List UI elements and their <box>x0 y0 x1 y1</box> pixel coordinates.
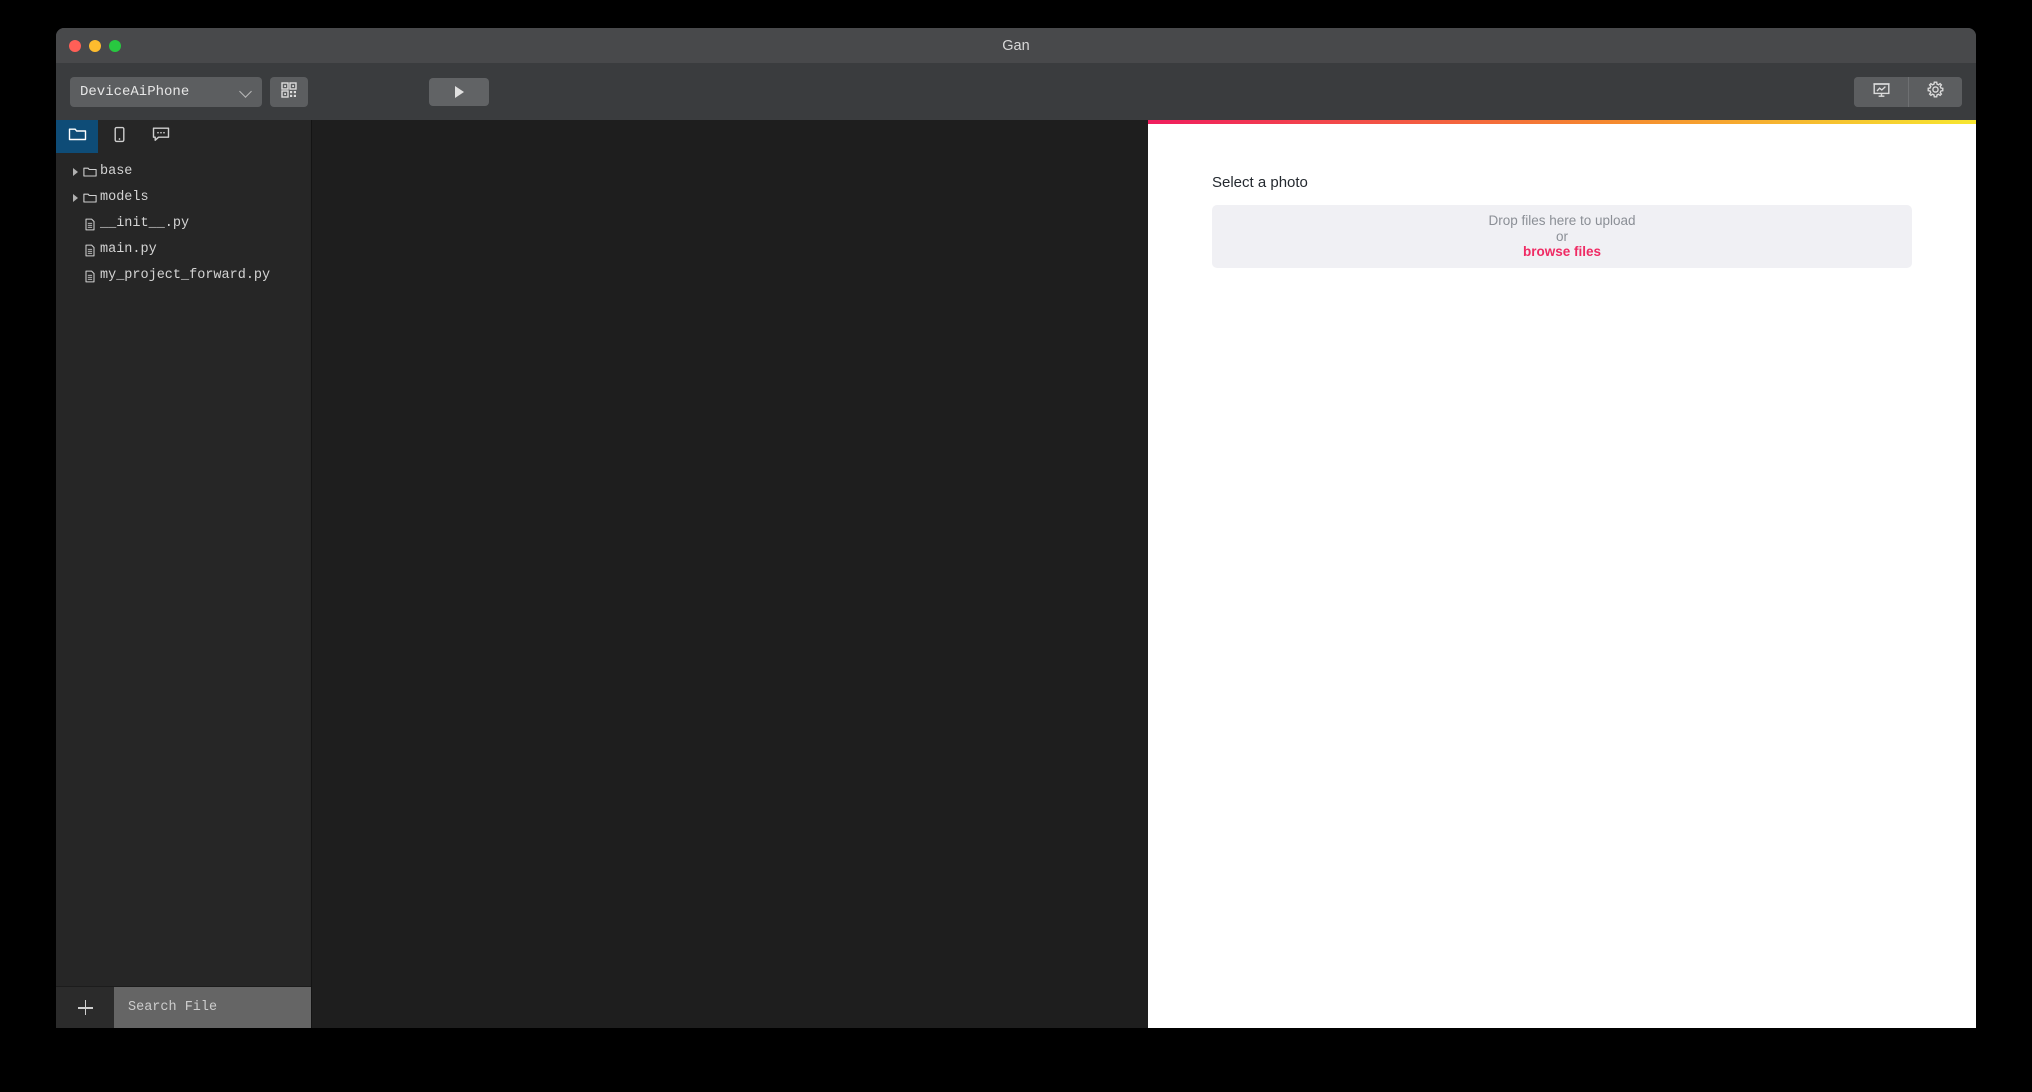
qr-code-icon <box>281 81 297 103</box>
sidebar-tab-strip <box>56 120 311 153</box>
application-window: Gan DeviceAiPhone base models __init__.p… <box>56 28 1976 1028</box>
sidebar-tab-files[interactable] <box>56 120 98 153</box>
chevron-down-icon <box>240 86 252 98</box>
folder-icon <box>82 166 98 178</box>
mobile-device-icon <box>111 126 128 148</box>
file-icon <box>82 244 98 257</box>
upload-section-label: Select a photo <box>1212 174 1308 191</box>
toolbar-left-group: DeviceAiPhone <box>70 77 308 107</box>
tree-item-file[interactable]: __init__.py <box>56 211 311 237</box>
tree-item-label: my_project_forward.py <box>100 268 271 284</box>
folder-icon <box>82 192 98 204</box>
tree-item-label: models <box>100 190 149 206</box>
tree-item-label: base <box>100 164 133 180</box>
chat-bubble-icon <box>152 126 170 147</box>
tree-item-folder[interactable]: base <box>56 159 311 185</box>
dropzone-or-text: or <box>1555 228 1568 244</box>
run-button[interactable] <box>429 78 489 106</box>
file-dropzone[interactable]: Drop files here to upload or browse file… <box>1212 205 1912 268</box>
presentation-chart-icon <box>1872 82 1890 103</box>
browse-files-link[interactable]: browse files <box>1523 244 1601 260</box>
settings-button[interactable] <box>1908 77 1962 107</box>
device-select-value: DeviceAiPhone <box>80 84 190 100</box>
search-file-input[interactable] <box>114 987 311 1028</box>
gear-icon <box>1927 81 1944 103</box>
preview-panel: Select a photo Drop files here to upload… <box>1148 120 1976 1028</box>
preview-content: Select a photo Drop files here to upload… <box>1148 124 1976 1028</box>
code-editor-area[interactable] <box>312 120 1148 1028</box>
play-icon <box>454 86 464 98</box>
title-bar: Gan <box>56 28 1976 64</box>
expand-arrow-icon[interactable] <box>68 194 82 202</box>
tree-item-label: __init__.py <box>100 216 190 232</box>
dropzone-primary-text: Drop files here to upload <box>1488 213 1636 229</box>
plus-icon <box>77 1000 93 1015</box>
file-tree: base models __init__.py main.py my_proje… <box>56 153 311 986</box>
toolbar-right-group <box>1854 77 1962 107</box>
add-file-button[interactable] <box>56 987 114 1028</box>
sidebar-footer <box>56 986 311 1028</box>
window-title: Gan <box>1002 38 1030 54</box>
tree-item-label: main.py <box>100 242 157 258</box>
tree-item-file[interactable]: my_project_forward.py <box>56 263 311 289</box>
sidebar-tab-chat[interactable] <box>140 120 182 153</box>
file-icon <box>82 270 98 283</box>
device-select-dropdown[interactable]: DeviceAiPhone <box>70 77 262 107</box>
presentation-panel-button[interactable] <box>1854 77 1908 107</box>
qr-code-button[interactable] <box>270 77 308 107</box>
tree-item-folder[interactable]: models <box>56 185 311 211</box>
folder-icon <box>68 126 87 147</box>
workspace-body: base models __init__.py main.py my_proje… <box>56 120 1976 1028</box>
sidebar: base models __init__.py main.py my_proje… <box>56 120 312 1028</box>
file-icon <box>82 218 98 231</box>
tree-item-file[interactable]: main.py <box>56 237 311 263</box>
main-toolbar: DeviceAiPhone <box>56 64 1976 120</box>
expand-arrow-icon[interactable] <box>68 168 82 176</box>
sidebar-tab-device[interactable] <box>98 120 140 153</box>
